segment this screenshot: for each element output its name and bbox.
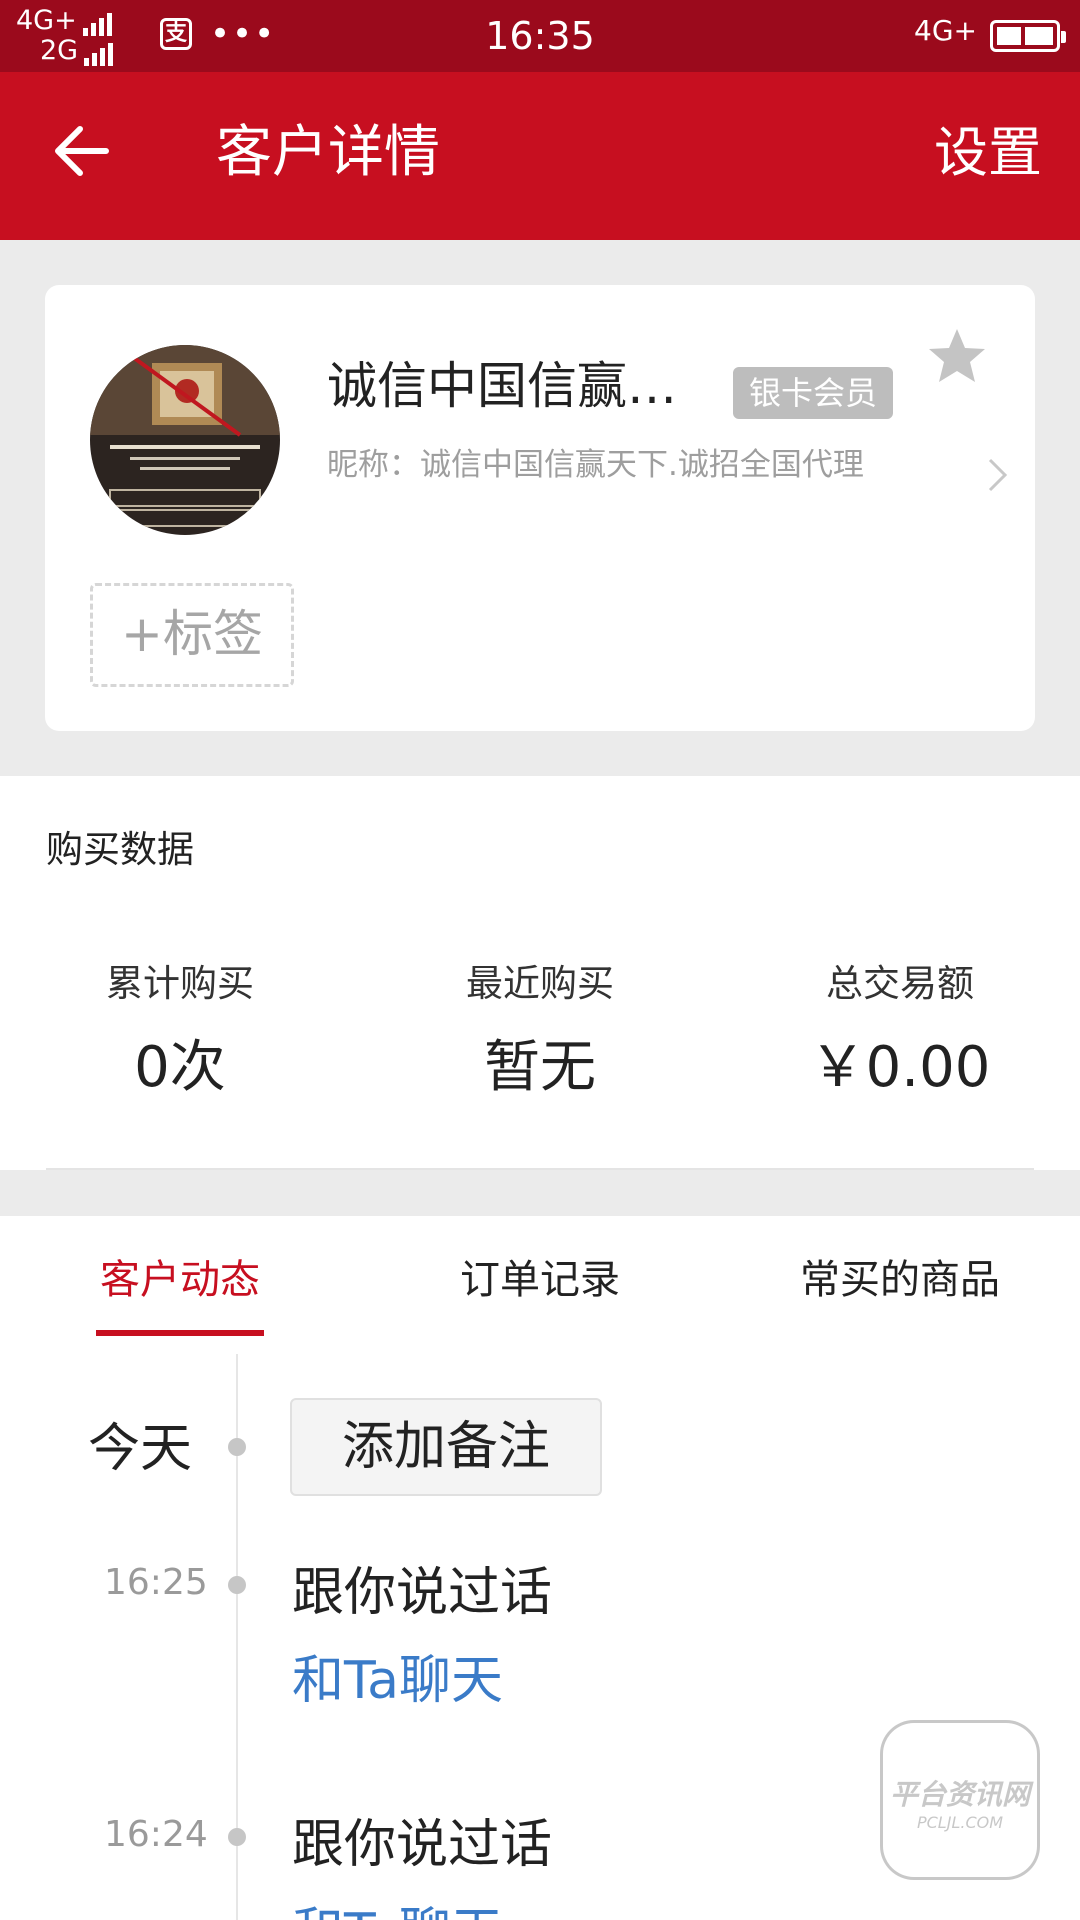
section-title: 购买数据 bbox=[46, 828, 194, 871]
star-icon bbox=[929, 329, 985, 382]
timeline-dot bbox=[228, 1828, 246, 1846]
member-badge: 银卡会员 bbox=[733, 367, 894, 419]
stat-recent-purchase: 最近购买 暂无 bbox=[360, 960, 720, 1100]
timeline-today-label: 今天 bbox=[88, 1419, 193, 1479]
tab-order-records[interactable]: 订单记录 bbox=[360, 1254, 720, 1306]
divider bbox=[46, 1168, 1034, 1170]
customer-name: 诚信中国信赢… bbox=[327, 357, 677, 415]
purchase-data-section: 购买数据 累计购买 0次 最近购买 暂无 总交易额 ￥0.00 bbox=[0, 776, 1080, 1170]
stat-label: 累计购买 bbox=[106, 962, 254, 1005]
timeline-time: 16:25 bbox=[104, 1562, 208, 1603]
network-type-right: 4G+ bbox=[914, 14, 977, 47]
timeline-dot bbox=[228, 1438, 246, 1456]
chevron-right-icon[interactable] bbox=[985, 455, 1011, 495]
stat-value: ￥0.00 bbox=[809, 1035, 991, 1100]
watermark-logo: 平台资讯网 PCLJL.COM bbox=[880, 1720, 1040, 1880]
add-note-button[interactable]: 添加备注 bbox=[290, 1398, 602, 1496]
chat-link[interactable]: 和Ta聊天 bbox=[292, 1648, 503, 1714]
page-title: 客户详情 bbox=[216, 120, 440, 185]
back-button[interactable] bbox=[50, 116, 120, 186]
stat-value: 0次 bbox=[134, 1035, 226, 1100]
tab-customer-activity[interactable]: 客户动态 bbox=[0, 1254, 360, 1306]
timeline-entry-text: 跟你说过话 bbox=[292, 1563, 553, 1623]
settings-button[interactable]: 设置 bbox=[934, 118, 1042, 188]
active-tab-indicator bbox=[96, 1330, 264, 1336]
timeline-dot bbox=[228, 1576, 246, 1594]
stat-label: 总交易额 bbox=[826, 962, 974, 1005]
app-header: 客户详情 设置 bbox=[0, 72, 1080, 240]
watermark-sub: PCLJL.COM bbox=[916, 1813, 1004, 1832]
avatar bbox=[90, 345, 280, 535]
chat-link[interactable]: 和Ta聊天 bbox=[292, 1900, 503, 1920]
arrow-left-icon bbox=[55, 126, 109, 176]
stat-total-amount: 总交易额 ￥0.00 bbox=[720, 960, 1080, 1100]
status-bar: 4G+ 2G 支 ••• 16:35 4G+ bbox=[0, 0, 1080, 72]
add-tag-button[interactable]: +标签 bbox=[90, 583, 294, 687]
favorite-star-button[interactable] bbox=[925, 325, 989, 389]
timeline-entry-text: 跟你说过话 bbox=[292, 1815, 553, 1875]
timeline-time: 16:24 bbox=[104, 1814, 208, 1855]
watermark-title: 平台资讯网 bbox=[889, 1778, 1030, 1811]
stat-total-purchases: 累计购买 0次 bbox=[0, 960, 360, 1100]
customer-profile-card[interactable]: 诚信中国信赢… 银卡会员 昵称：诚信中国信赢天下.诚招全国代理 +标签 bbox=[45, 285, 1035, 731]
stat-value: 暂无 bbox=[484, 1035, 596, 1100]
customer-nickname: 昵称：诚信中国信赢天下.诚招全国代理 bbox=[327, 447, 864, 483]
battery-icon bbox=[990, 20, 1066, 52]
tab-frequent-products[interactable]: 常买的商品 bbox=[720, 1254, 1080, 1306]
stat-label: 最近购买 bbox=[466, 962, 614, 1005]
